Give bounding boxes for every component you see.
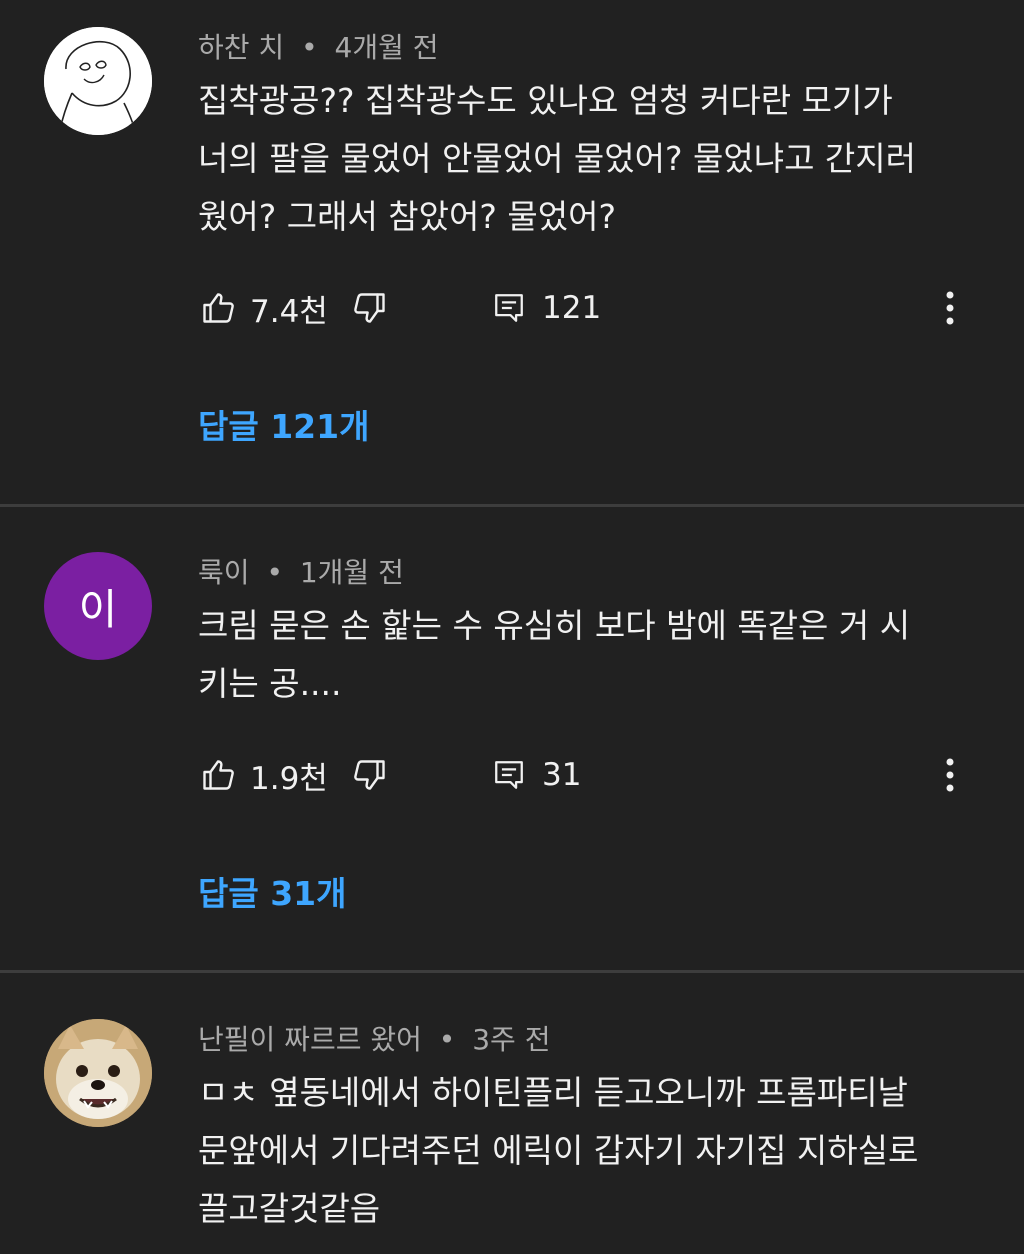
author-name[interactable]: 하찬 치 bbox=[198, 31, 284, 64]
comment-text-line: 문앞에서 기다려주던 에릭이 갑자기 자기집 지하실로 bbox=[198, 1131, 919, 1170]
like-icon bbox=[203, 293, 234, 323]
comment-text-line: 웠어? 그래서 참았어? 물었어? bbox=[198, 197, 616, 236]
comment-meta: 난필이 짜르르 왔어 • 3주 전 bbox=[198, 1018, 550, 1058]
author-name[interactable]: 난필이 짜르르 왔어 bbox=[198, 1023, 422, 1056]
like-button[interactable]: 1.9천 bbox=[200, 750, 328, 800]
comment-text-line: 키는 공.... bbox=[198, 664, 342, 703]
comment-actions: 7.4천 121 bbox=[198, 283, 998, 333]
comment-text-line: 집착광공?? 집착광수도 있나요 엄청 커다란 모기가 bbox=[198, 81, 893, 120]
comment-text-line: 크림 묻은 손 핥는 수 유심히 보다 밤에 똑같은 거 시 bbox=[198, 606, 911, 645]
comment-text-line: 끌고갈것같음 bbox=[198, 1189, 381, 1228]
reply-button[interactable]: 121 bbox=[492, 283, 601, 333]
comment-meta: 룩이 • 1개월 전 bbox=[198, 551, 404, 591]
like-button[interactable]: 7.4천 bbox=[200, 283, 328, 333]
separator-dot: • bbox=[301, 31, 318, 64]
reply-icon bbox=[495, 294, 523, 322]
more-icon bbox=[946, 291, 954, 325]
author-name[interactable]: 룩이 bbox=[198, 556, 250, 589]
comment-divider bbox=[0, 504, 1024, 507]
dislike-button[interactable] bbox=[352, 283, 388, 333]
comment-text-line: ㅁㅊ 옆동네에서 하이틴플리 듣고오니까 프롬파티날 bbox=[198, 1073, 908, 1112]
dislike-button[interactable] bbox=[352, 750, 388, 800]
like-count: 1.9천 bbox=[250, 760, 328, 797]
dislike-icon bbox=[354, 293, 385, 323]
avatar[interactable] bbox=[44, 27, 152, 135]
view-replies-link[interactable]: 답글 121개 bbox=[198, 400, 369, 448]
avatar[interactable] bbox=[44, 1019, 152, 1127]
doodle-face-avatar-image bbox=[44, 27, 152, 135]
comment-meta: 하찬 치 • 4개월 전 bbox=[198, 26, 439, 66]
like-count: 7.4천 bbox=[250, 293, 328, 330]
comment-text: 크림 묻은 손 핥는 수 유심히 보다 밤에 똑같은 거 시 키는 공.... bbox=[198, 597, 988, 713]
separator-dot: • bbox=[438, 1023, 456, 1056]
more-button[interactable] bbox=[932, 750, 972, 800]
comment-text-line: 너의 팔을 물었어 안물었어 물었어? 물었냐고 간지러 bbox=[198, 139, 917, 178]
comment-text: ㅁㅊ 옆동네에서 하이틴플리 듣고오니까 프롬파티날 문앞에서 기다려주던 에릭… bbox=[198, 1064, 988, 1238]
comment-actions: 1.9천 31 bbox=[198, 750, 998, 800]
avatar[interactable]: 이 bbox=[44, 552, 152, 660]
comment-divider bbox=[0, 970, 1024, 973]
more-button[interactable] bbox=[932, 283, 972, 333]
reply-count: 121 bbox=[542, 290, 602, 326]
timestamp: 3주 전 bbox=[472, 1023, 551, 1056]
dislike-icon bbox=[354, 760, 385, 790]
timestamp: 1개월 전 bbox=[299, 556, 404, 589]
dog-avatar-image bbox=[44, 1019, 152, 1127]
reply-icon bbox=[495, 761, 523, 789]
avatar-letter: 이 bbox=[78, 584, 118, 634]
view-replies-link[interactable]: 답글 31개 bbox=[198, 867, 347, 915]
separator-dot: • bbox=[266, 556, 283, 589]
reply-count: 31 bbox=[542, 757, 582, 793]
more-icon bbox=[946, 758, 954, 792]
comment-text: 집착광공?? 집착광수도 있나요 엄청 커다란 모기가 너의 팔을 물었어 안물… bbox=[198, 72, 988, 246]
reply-button[interactable]: 31 bbox=[492, 750, 581, 800]
like-icon bbox=[203, 760, 234, 790]
timestamp: 4개월 전 bbox=[334, 31, 439, 64]
